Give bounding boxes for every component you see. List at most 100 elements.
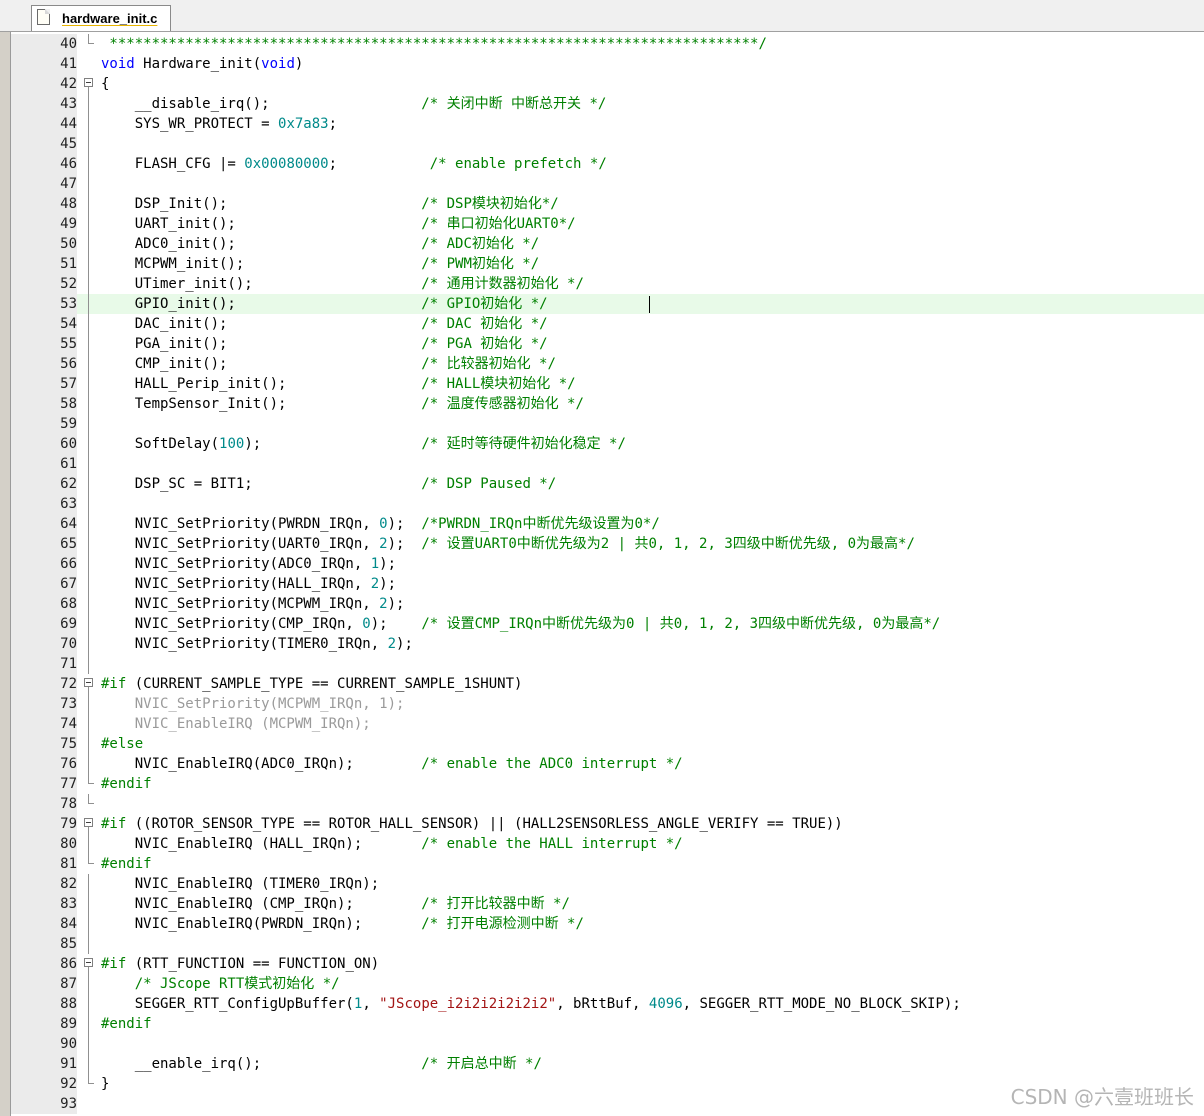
code-text[interactable]: /* JScope RTT模式初始化 */ [101,974,340,994]
code-line[interactable]: 52 UTimer_init(); /* 通用计数器初始化 */ [11,274,1204,294]
code-text[interactable]: NVIC_SetPriority(CMP_IRQn, 0); /* 设置CMP_… [101,614,940,634]
code-line[interactable]: 47 [11,174,1204,194]
code-line[interactable]: 43 __disable_irq(); /* 关闭中断 中断总开关 */ [11,94,1204,114]
code-line[interactable]: 59 [11,414,1204,434]
code-text[interactable]: NVIC_EnableIRQ(ADC0_IRQn); /* enable the… [101,754,683,774]
code-text[interactable]: ****************************************… [101,34,766,54]
code-line[interactable]: 87 /* JScope RTT模式初始化 */ [11,974,1204,994]
code-line[interactable]: 90 [11,1034,1204,1054]
code-line[interactable]: 49 UART_init(); /* 串口初始化UART0*/ [11,214,1204,234]
code-editor[interactable]: 40 *************************************… [11,32,1204,1116]
code-line[interactable]: 73 NVIC_SetPriority(MCPWM_IRQn, 1); [11,694,1204,714]
code-line[interactable]: 50 ADC0_init(); /* ADC初始化 */ [11,234,1204,254]
code-line[interactable]: 89 #endif [11,1014,1204,1034]
code-text[interactable]: #if (RTT_FUNCTION == FUNCTION_ON) [101,954,379,974]
code-line[interactable]: 57 HALL_Perip_init(); /* HALL模块初始化 */ [11,374,1204,394]
code-line[interactable]: 65 NVIC_SetPriority(UART0_IRQn, 2); /* 设… [11,534,1204,554]
code-line[interactable]: 72 #if (CURRENT_SAMPLE_TYPE == CURRENT_SA… [11,674,1204,694]
code-text[interactable]: NVIC_SetPriority(HALL_IRQn, 2); [101,574,396,594]
code-text[interactable]: #else [101,734,143,754]
code-text[interactable]: { [101,74,109,94]
code-line[interactable]: 61 [11,454,1204,474]
code-line[interactable]: 76 NVIC_EnableIRQ(ADC0_IRQn); /* enable … [11,754,1204,774]
code-text[interactable]: CMP_init(); /* 比较器初始化 */ [101,354,556,374]
code-line[interactable]: 56 CMP_init(); /* 比较器初始化 */ [11,354,1204,374]
code-text[interactable]: NVIC_EnableIRQ (HALL_IRQn); /* enable th… [101,834,683,854]
code-line[interactable]: 91 __enable_irq(); /* 开启总中断 */ [11,1054,1204,1074]
code-text[interactable]: NVIC_EnableIRQ (CMP_IRQn); /* 打开比较器中断 */ [101,894,570,914]
code-line[interactable]: 86 #if (RTT_FUNCTION == FUNCTION_ON) [11,954,1204,974]
code-line[interactable]: 80 NVIC_EnableIRQ (HALL_IRQn); /* enable… [11,834,1204,854]
code-text[interactable]: NVIC_SetPriority(MCPWM_IRQn, 1); [101,694,405,714]
code-line[interactable]: 66 NVIC_SetPriority(ADC0_IRQn, 1); [11,554,1204,574]
code-line[interactable]: 68 NVIC_SetPriority(MCPWM_IRQn, 2); [11,594,1204,614]
code-line[interactable]: 69 NVIC_SetPriority(CMP_IRQn, 0); /* 设置C… [11,614,1204,634]
code-text[interactable]: #endif [101,854,152,874]
tab-hardware-init-c[interactable]: hardware_init.c [31,5,171,31]
code-line[interactable]: 84 NVIC_EnableIRQ(PWRDN_IRQn); /* 打开电源检测… [11,914,1204,934]
code-line[interactable]: 55 PGA_init(); /* PGA 初始化 */ [11,334,1204,354]
code-line[interactable]: 78 [11,794,1204,814]
code-text[interactable]: MCPWM_init(); /* PWM初始化 */ [101,254,539,274]
code-line[interactable]: 79 #if ((ROTOR_SENSOR_TYPE == ROTOR_HALL_… [11,814,1204,834]
code-line[interactable]: 51 MCPWM_init(); /* PWM初始化 */ [11,254,1204,274]
code-text[interactable]: SYS_WR_PROTECT = 0x7a83; [101,114,337,134]
code-line[interactable]: 53 GPIO_init(); /* GPIO初始化 */ [11,294,1204,314]
code-line[interactable]: 71 [11,654,1204,674]
code-text[interactable]: __disable_irq(); /* 关闭中断 中断总开关 */ [101,94,607,114]
code-text[interactable]: void Hardware_init(void) [101,54,303,74]
code-line[interactable]: 77 #endif [11,774,1204,794]
code-line[interactable]: 81 #endif [11,854,1204,874]
code-line[interactable]: 75 #else [11,734,1204,754]
code-text[interactable]: NVIC_SetPriority(TIMER0_IRQn, 2); [101,634,413,654]
code-line[interactable]: 64 NVIC_SetPriority(PWRDN_IRQn, 0); /*PW… [11,514,1204,534]
code-line[interactable]: 54 DAC_init(); /* DAC 初始化 */ [11,314,1204,334]
code-text[interactable]: #endif [101,774,152,794]
code-text[interactable]: NVIC_EnableIRQ(PWRDN_IRQn); /* 打开电源检测中断 … [101,914,584,934]
code-text[interactable]: UTimer_init(); /* 通用计数器初始化 */ [101,274,584,294]
code-line[interactable]: 62 DSP_SC = BIT1; /* DSP Paused */ [11,474,1204,494]
code-text[interactable]: SoftDelay(100); /* 延时等待硬件初始化稳定 */ [101,434,626,454]
fold-collapse-icon[interactable] [84,678,93,687]
code-line[interactable]: 58 TempSensor_Init(); /* 温度传感器初始化 */ [11,394,1204,414]
code-line[interactable]: 44 SYS_WR_PROTECT = 0x7a83; [11,114,1204,134]
code-text[interactable]: NVIC_SetPriority(PWRDN_IRQn, 0); /*PWRDN… [101,514,660,534]
code-line[interactable]: 46 FLASH_CFG |= 0x00080000; /* enable pr… [11,154,1204,174]
code-text[interactable]: } [101,1074,109,1094]
code-line[interactable]: 45 [11,134,1204,154]
code-line[interactable]: 41 void Hardware_init(void) [11,54,1204,74]
code-line[interactable]: 48 DSP_Init(); /* DSP模块初始化*/ [11,194,1204,214]
code-line[interactable]: 82 NVIC_EnableIRQ (TIMER0_IRQn); [11,874,1204,894]
code-line[interactable]: 63 [11,494,1204,514]
code-text[interactable]: HALL_Perip_init(); /* HALL模块初始化 */ [101,374,576,394]
code-line[interactable]: 88 SEGGER_RTT_ConfigUpBuffer(1, "JScope_… [11,994,1204,1014]
code-text[interactable]: DAC_init(); /* DAC 初始化 */ [101,314,548,334]
code-text[interactable]: NVIC_SetPriority(ADC0_IRQn, 1); [101,554,396,574]
code-line[interactable]: 74 NVIC_EnableIRQ (MCPWM_IRQn); [11,714,1204,734]
code-text[interactable]: NVIC_EnableIRQ (MCPWM_IRQn); [101,714,371,734]
code-text[interactable]: PGA_init(); /* PGA 初始化 */ [101,334,548,354]
code-text[interactable]: NVIC_EnableIRQ (TIMER0_IRQn); [101,874,379,894]
code-line[interactable]: 70 NVIC_SetPriority(TIMER0_IRQn, 2); [11,634,1204,654]
code-line[interactable]: 67 NVIC_SetPriority(HALL_IRQn, 2); [11,574,1204,594]
code-text[interactable]: NVIC_SetPriority(MCPWM_IRQn, 2); [101,594,405,614]
code-text[interactable]: #if (CURRENT_SAMPLE_TYPE == CURRENT_SAMP… [101,674,522,694]
fold-collapse-icon[interactable] [84,958,93,967]
code-text[interactable]: DSP_Init(); /* DSP模块初始化*/ [101,194,559,214]
code-text[interactable]: DSP_SC = BIT1; /* DSP Paused */ [101,474,556,494]
code-text[interactable]: #endif [101,1014,152,1034]
code-line[interactable]: 42 { [11,74,1204,94]
code-text[interactable]: NVIC_SetPriority(UART0_IRQn, 2); /* 设置UA… [101,534,915,554]
fold-collapse-icon[interactable] [84,818,93,827]
code-line[interactable]: 60 SoftDelay(100); /* 延时等待硬件初始化稳定 */ [11,434,1204,454]
code-text[interactable]: ADC0_init(); /* ADC初始化 */ [101,234,539,254]
code-line[interactable]: 40 *************************************… [11,34,1204,54]
code-text[interactable]: __enable_irq(); /* 开启总中断 */ [101,1054,542,1074]
code-text[interactable]: UART_init(); /* 串口初始化UART0*/ [101,214,576,234]
fold-collapse-icon[interactable] [84,78,93,87]
code-text[interactable]: SEGGER_RTT_ConfigUpBuffer(1, "JScope_i2i… [101,994,961,1014]
code-text[interactable]: TempSensor_Init(); /* 温度传感器初始化 */ [101,394,584,414]
code-text[interactable]: FLASH_CFG |= 0x00080000; /* enable prefe… [101,154,607,174]
code-line[interactable]: 83 NVIC_EnableIRQ (CMP_IRQn); /* 打开比较器中断… [11,894,1204,914]
code-text[interactable]: GPIO_init(); /* GPIO初始化 */ [101,294,548,314]
